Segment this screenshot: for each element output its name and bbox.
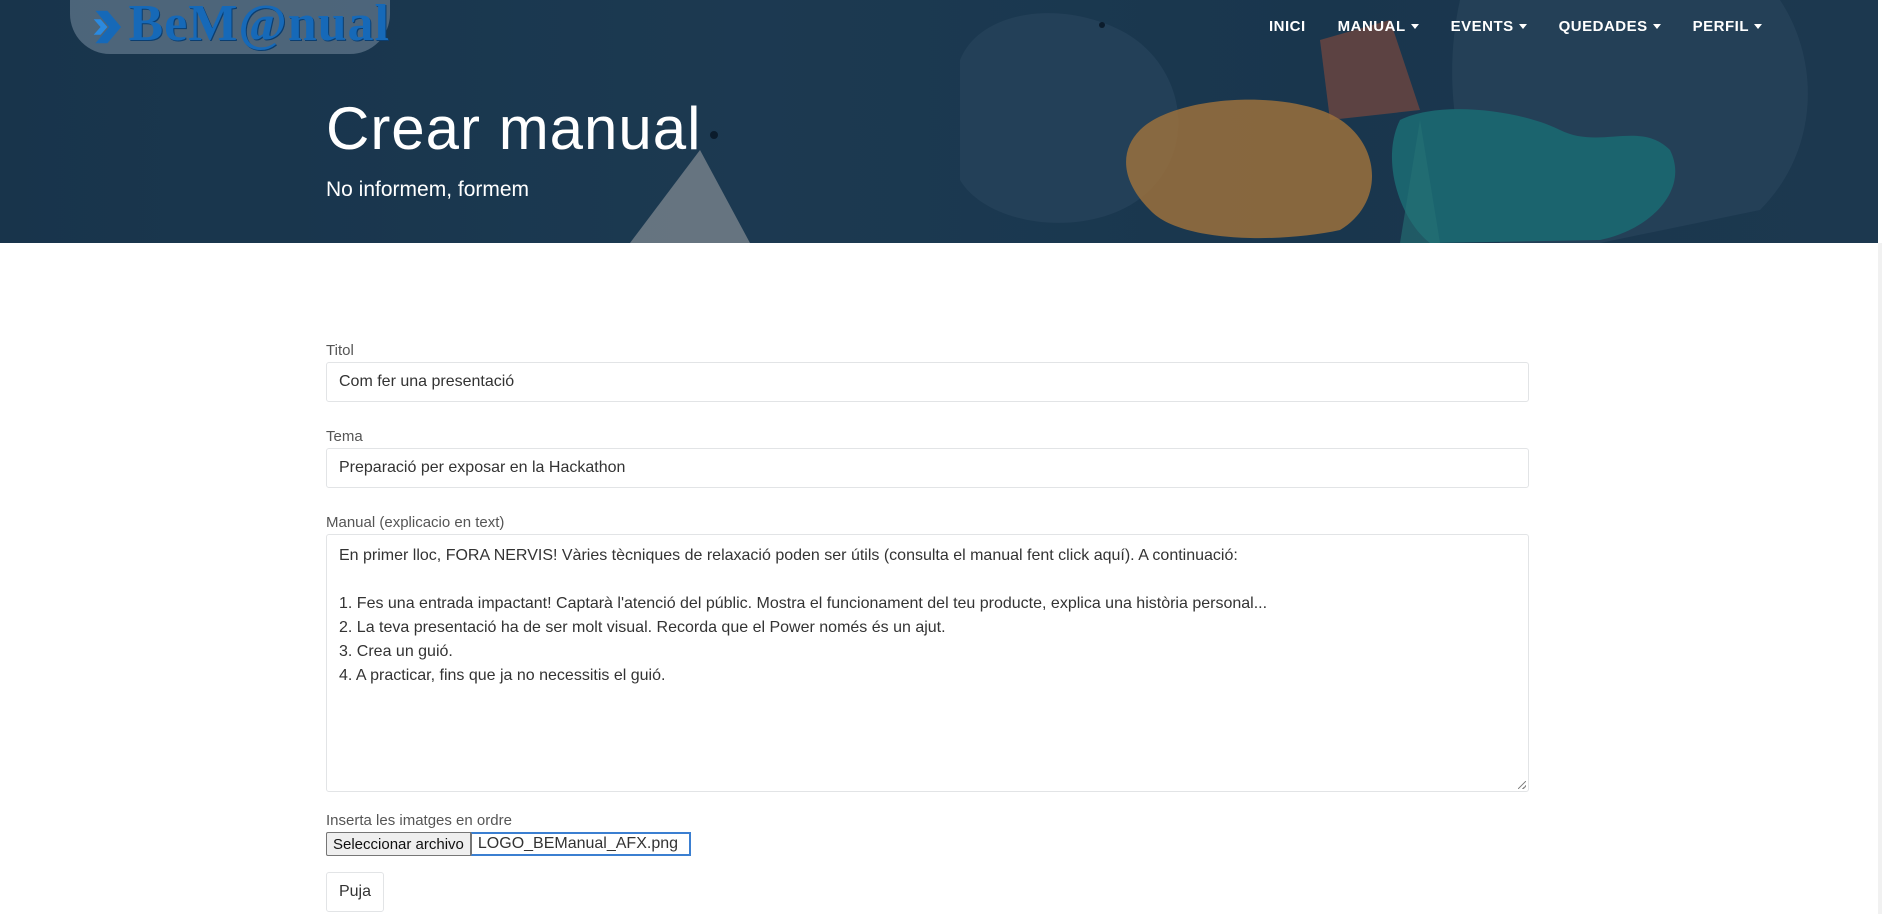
images-group: Inserta les imatges en ordre Seleccionar… — [326, 812, 1529, 856]
main-nav: INICI MANUAL EVENTS QUEDADES PERFIL — [1253, 18, 1778, 35]
page-title: Crear manual — [326, 95, 702, 162]
nav-item-label: INICI — [1268, 18, 1306, 35]
caret-down-icon — [1652, 24, 1661, 29]
nav-item-label: PERFIL — [1692, 18, 1749, 35]
hero-header: BeM@nual INICI MANUAL EVENTS QUEDADES PE… — [0, 0, 1878, 243]
caret-down-icon — [1518, 24, 1527, 29]
page-subtitle: No informem, formem — [326, 178, 530, 201]
selected-file-name: LOGO_BEManual_AFX.png — [470, 832, 691, 856]
logo-chevron-icon — [93, 10, 122, 44]
logo-text: BeM@nual — [128, 0, 390, 52]
titol-value: Com fer una presentació — [339, 373, 515, 390]
images-label: Inserta les imatges en ordre — [326, 812, 512, 829]
manual-text-line: 4. A practicar, fins que ja no necessiti… — [339, 667, 666, 684]
manual-text-line — [339, 568, 1516, 592]
caret-down-icon — [1410, 24, 1419, 29]
manual-group: Manual (explicacio en text) En primer ll… — [326, 514, 1529, 792]
file-input[interactable]: Seleccionar archivo LOGO_BEManual_AFX.pn… — [326, 832, 1529, 856]
nav-item-label: EVENTS — [1450, 18, 1514, 35]
page-scrollbar[interactable] — [1878, 243, 1882, 914]
manual-label: Manual (explicacio en text) — [326, 514, 505, 531]
nav-item-manual[interactable]: MANUAL — [1322, 18, 1435, 35]
manual-text-line: 2. La teva presentació ha de ser molt vi… — [339, 619, 946, 636]
create-manual-form: Titol Com fer una presentació Tema Prepa… — [326, 342, 1529, 912]
nav-item-events[interactable]: EVENTS — [1435, 18, 1543, 35]
tema-value: Preparació per exposar en la Hackathon — [339, 459, 626, 476]
manual-text-line: En primer lloc, FORA NERVIS! Vàries tècn… — [339, 547, 1238, 564]
manual-text-line: 1. Fes una entrada impactant! Captarà l'… — [339, 595, 1268, 612]
caret-down-icon — [1754, 24, 1762, 29]
nav-item-perfil[interactable]: PERFIL — [1677, 18, 1778, 35]
nav-item-inici[interactable]: INICI — [1253, 18, 1322, 35]
nav-item-label: QUEDADES — [1558, 18, 1648, 35]
upload-button[interactable]: Puja — [326, 872, 384, 912]
nav-item-quedades[interactable]: QUEDADES — [1543, 18, 1677, 35]
titol-input[interactable]: Com fer una presentació — [326, 362, 1529, 402]
choose-file-button[interactable]: Seleccionar archivo — [326, 832, 471, 856]
titol-label: Titol — [326, 342, 354, 359]
manual-text-line: 3. Crea un guió. — [339, 643, 453, 660]
manual-textarea[interactable]: En primer lloc, FORA NERVIS! Vàries tècn… — [326, 534, 1529, 792]
site-logo[interactable]: BeM@nual — [70, 0, 390, 54]
tema-label: Tema — [326, 428, 363, 445]
titol-group: Titol Com fer una presentació — [326, 342, 1529, 402]
nav-item-label: MANUAL — [1337, 18, 1406, 35]
resize-handle-icon[interactable] — [1518, 781, 1526, 789]
tema-input[interactable]: Preparació per exposar en la Hackathon — [326, 448, 1529, 488]
tema-group: Tema Preparació per exposar en la Hackat… — [326, 428, 1529, 488]
